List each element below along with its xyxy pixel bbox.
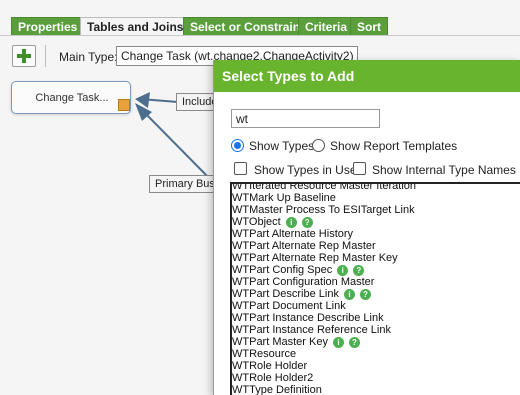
help-icon[interactable]: ? [301,217,313,228]
type-list-item[interactable]: WTPart Describe Link i? [232,288,371,300]
type-list-item[interactable]: WTRole Holder2 [232,372,313,384]
show-internal-type-names-checkbox[interactable] [353,162,366,175]
info-icon[interactable]: i [285,217,297,228]
type-list-item[interactable]: WTRole Holder [232,360,307,372]
type-list[interactable]: WTIterated Resource Master Iteration WTMa… [230,182,520,395]
type-name: WTType Definition [232,384,322,395]
node-connector-handle[interactable] [118,99,130,111]
info-icon[interactable]: i [343,289,355,300]
type-search-input[interactable] [231,109,380,128]
show-types-label: Show Types [249,139,315,153]
show-types-radio[interactable] [231,139,244,152]
type-list-item[interactable]: WTObject i? [232,216,313,228]
type-list-item[interactable]: WTPart Configuration Master [232,276,374,288]
show-types-in-use-label: Show Types in Use [254,163,357,177]
type-name: WTIterated Resource Master Iteration [232,182,417,192]
type-list-item[interactable]: WTMark Up Baseline [232,192,336,204]
type-list-item[interactable]: WTPart Master Key i? [232,336,360,348]
type-name: WTMark Up Baseline [232,192,336,204]
type-list-item[interactable]: WTPart Alternate Rep Master [232,240,376,252]
help-icon[interactable]: ? [353,265,365,276]
type-list-item[interactable]: WTMaster Process To ESITarget Link [232,204,415,216]
type-name: WTPart Instance Reference Link [232,324,391,336]
select-types-dialog: Select Types to Add Show Types Show Repo… [213,60,520,395]
type-list-item[interactable]: WTPart Alternate History [232,228,353,240]
info-icon[interactable]: i [332,337,344,348]
change-task-node[interactable]: Change Task... [11,81,131,114]
type-name: WTResource [232,348,297,360]
dialog-title: Select Types to Add [214,60,520,92]
type-list-item[interactable]: WTPart Instance Describe Link [232,312,384,324]
show-internal-type-names-label: Show Internal Type Names [372,163,516,177]
primary-bus-link-line [139,107,213,182]
type-name: WTPart Alternate History [232,228,354,240]
type-name: WTPart Alternate Rep Master [232,240,376,252]
type-list-item[interactable]: WTPart Alternate Rep Master Key [232,252,398,264]
type-name: WTMaster Process To ESITarget Link [232,204,415,216]
type-name: WTRole Holder [232,360,308,372]
type-name: WTPart Alternate Rep Master Key [232,252,398,264]
type-list-item[interactable]: WTType Definition [232,384,322,395]
show-report-templates-radio[interactable] [312,139,325,152]
primary-bus-link-label[interactable]: Primary Bus [149,175,215,193]
type-name: WTPart Configuration Master [232,276,375,288]
include-link-label[interactable]: Include [176,93,216,111]
type-list-item[interactable]: WTPart Config Spec i? [232,264,365,276]
show-report-templates-label: Show Report Templates [330,139,458,153]
type-name: WTPart Config Spec [232,264,333,276]
help-icon[interactable]: ? [359,289,371,300]
info-icon[interactable]: i [337,265,349,276]
type-name: WTPart Master Key [232,336,328,348]
show-types-in-use-checkbox[interactable] [234,162,247,175]
type-list-item[interactable]: WTResource [232,348,296,360]
type-name: WTObject [232,216,281,228]
type-name: WTPart Instance Describe Link [232,312,384,324]
help-icon[interactable]: ? [348,337,360,348]
type-name: WTRole Holder2 [232,372,314,384]
type-name: WTPart Describe Link [232,288,339,300]
node-label: Change Task... [35,92,109,104]
type-list-item[interactable]: WTPart Instance Reference Link [232,324,391,336]
type-name: WTPart Document Link [232,300,346,312]
type-list-item[interactable]: WTPart Document Link [232,300,346,312]
type-list-item[interactable]: WTIterated Resource Master Iteration [232,182,417,192]
